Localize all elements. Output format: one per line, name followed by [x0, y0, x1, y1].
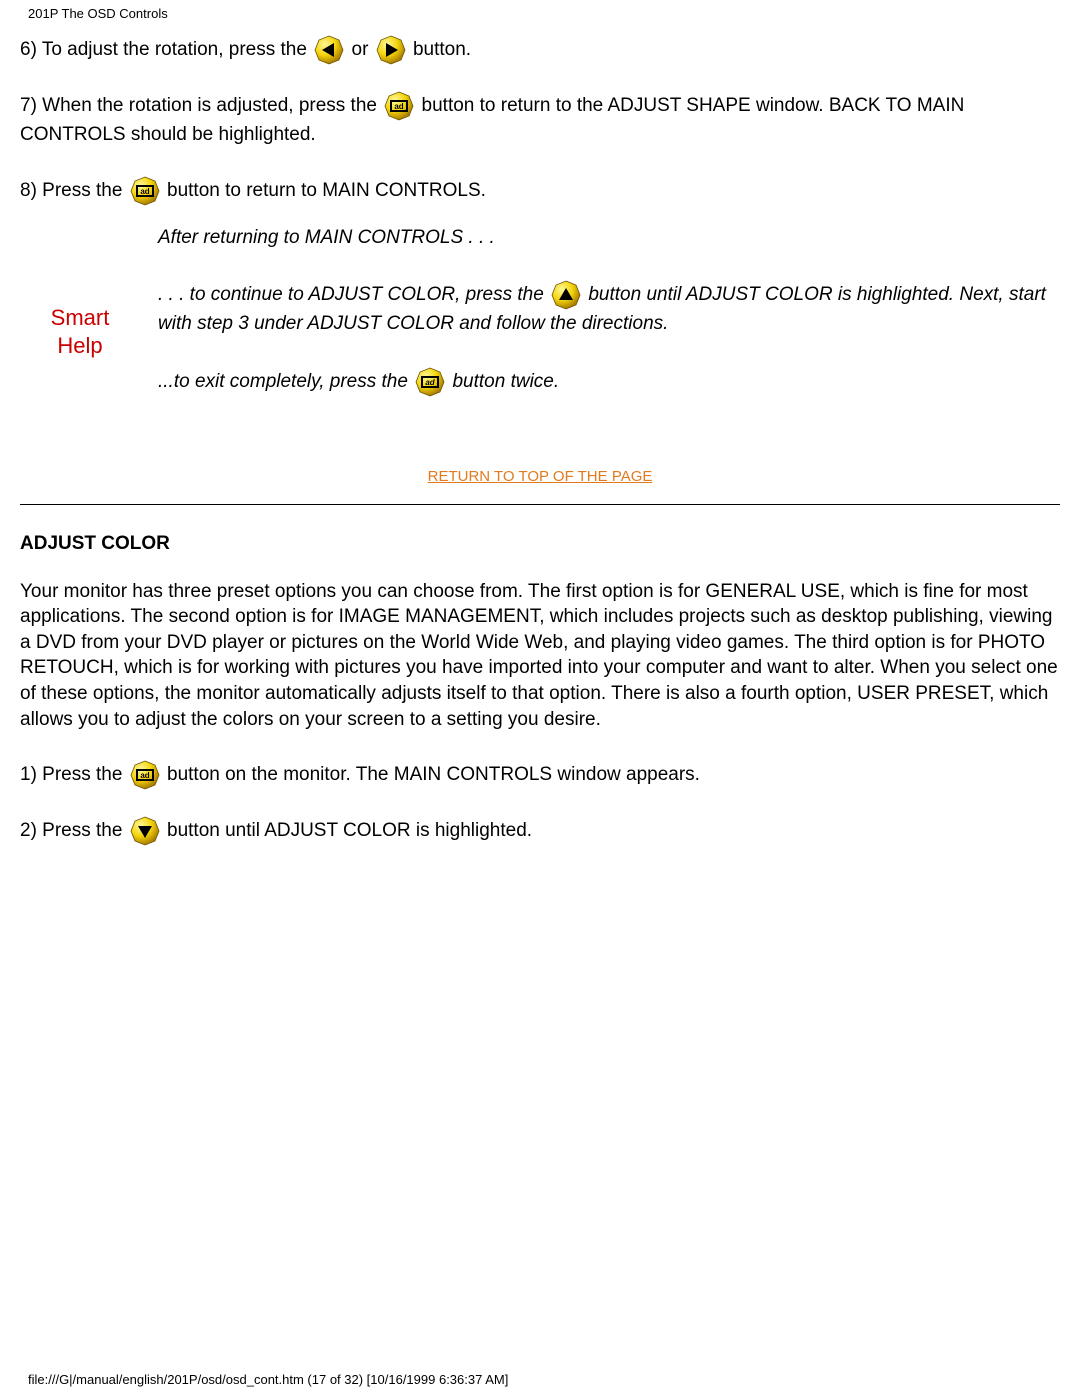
step-6-or: or [352, 39, 374, 60]
page-header-title: 201P The OSD Controls [0, 0, 1080, 21]
step-8-text-a: 8) Press the [20, 180, 128, 201]
return-to-top-anchor[interactable]: RETURN TO TOP OF THE PAGE [428, 468, 653, 485]
adjust-color-paragraph: Your monitor has three preset options yo… [20, 579, 1060, 733]
adjust-color-step-2: 2) Press the button until ADJUST COLOR i… [20, 816, 1060, 846]
ok-icon [130, 760, 160, 790]
ac1-a: 1) Press the [20, 764, 128, 785]
adjust-color-step-1: 1) Press the button on the monitor. The … [20, 760, 1060, 790]
ac2-a: 2) Press the [20, 820, 128, 841]
footer-file-path: file:///G|/manual/english/201P/osd/osd_c… [28, 1372, 508, 1387]
smart-label-1: Smart [51, 305, 110, 330]
ok-icon [130, 176, 160, 206]
smart-p3-b: button twice. [452, 371, 559, 392]
step-6-text-b: button. [413, 39, 471, 60]
adjust-color-heading: ADJUST COLOR [20, 533, 1060, 555]
up-arrow-icon [551, 280, 581, 310]
step-8: 8) Press the button to return to MAIN CO… [20, 176, 1060, 206]
smart-p2: . . . to continue to ADJUST COLOR, press… [158, 280, 1060, 339]
ac1-b: button on the monitor. The MAIN CONTROLS… [167, 764, 700, 785]
smart-help-label: Smart Help [20, 224, 140, 425]
step-6-text-a: 6) To adjust the rotation, press the [20, 39, 312, 60]
smart-p2-a: . . . to continue to ADJUST COLOR, press… [158, 284, 549, 305]
smart-help-block: Smart Help After returning to MAIN CONTR… [20, 224, 1060, 425]
left-arrow-icon [314, 35, 344, 65]
main-content: 6) To adjust the rotation, press the or … [0, 21, 1080, 846]
step-8-text-b: button to return to MAIN CONTROLS. [167, 180, 486, 201]
section-divider [20, 504, 1060, 505]
down-arrow-icon [130, 816, 160, 846]
ok-icon [415, 367, 445, 397]
smart-p3-a: ...to exit completely, press the [158, 371, 413, 392]
ok-icon [384, 91, 414, 121]
return-to-top-link: RETURN TO TOP OF THE PAGE [20, 465, 1060, 486]
step-6: 6) To adjust the rotation, press the or … [20, 35, 1060, 65]
smart-label-2: Help [57, 333, 102, 358]
step-7-text-a: 7) When the rotation is adjusted, press … [20, 95, 382, 116]
ac2-b: button until ADJUST COLOR is highlighted… [167, 820, 532, 841]
smart-help-content: After returning to MAIN CONTROLS . . . .… [140, 224, 1060, 425]
step-7: 7) When the rotation is adjusted, press … [20, 91, 1060, 150]
smart-p3: ...to exit completely, press the button … [158, 367, 1060, 397]
smart-p1: After returning to MAIN CONTROLS . . . [158, 224, 1060, 253]
right-arrow-icon [376, 35, 406, 65]
